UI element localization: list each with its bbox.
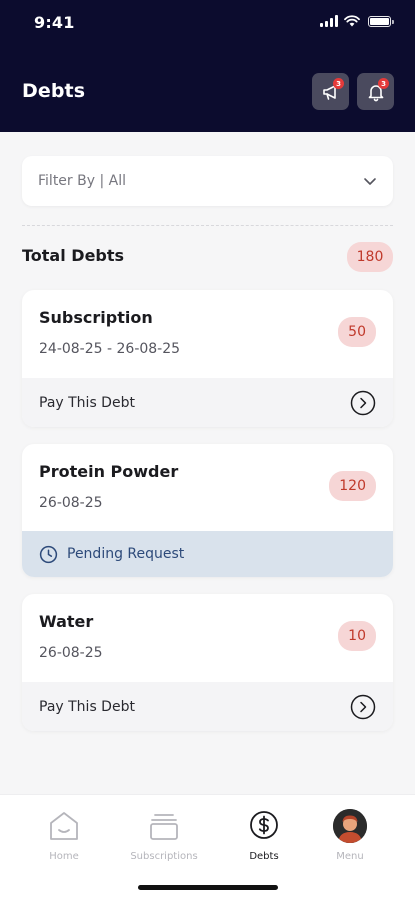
tab-debts[interactable]: Debts [214,809,314,862]
dashed-divider [22,225,393,226]
cellular-signal-icon [320,15,338,27]
debt-card[interactable]: Water 26-08-25 10 Pay This Debt [22,594,393,731]
debt-date: 26-08-25 [39,645,103,661]
status-bar: 9:41 [0,0,415,46]
chevron-right-circle-icon [350,390,376,415]
announcements-button[interactable]: 3 [312,73,349,110]
debt-date: 26-08-25 [39,495,103,511]
debt-title: Subscription [39,308,153,327]
notifications-button[interactable]: 3 [357,73,394,110]
avatar [333,809,367,843]
status-time: 9:41 [34,13,75,32]
debt-card[interactable]: Subscription 24-08-25 - 26-08-25 50 Pay … [22,290,393,427]
page-title: Debts [22,80,86,102]
filter-label: Filter By | All [38,173,126,189]
status-icons [320,15,394,27]
pending-request-label: Pending Request [67,546,185,562]
notifications-badge: 3 [378,78,389,89]
dollar-circle-icon [250,811,278,839]
debt-amount-badge: 50 [338,317,376,347]
pay-debt-button[interactable]: Pay This Debt [22,682,393,731]
subscriptions-icon [150,814,178,840]
pay-debt-label: Pay This Debt [39,394,135,411]
tab-home-label: Home [49,851,79,862]
tab-subscriptions-label: Subscriptions [130,851,198,862]
app-header: 9:41 Debts 3 3 [0,0,415,132]
debt-amount-badge: 10 [338,621,376,651]
chevron-right-circle-icon [350,694,376,719]
total-debts-badge: 180 [347,242,393,272]
debt-amount-badge: 120 [329,471,376,501]
pending-request-status: Pending Request [22,531,393,577]
home-indicator [138,885,278,890]
debt-date: 24-08-25 - 26-08-25 [39,341,181,357]
pay-debt-label: Pay This Debt [39,698,135,715]
debt-title: Water [39,612,94,631]
tab-menu-label: Menu [336,851,364,862]
wifi-icon [344,15,360,27]
home-icon [50,812,78,840]
tab-subscriptions[interactable]: Subscriptions [114,809,214,862]
user-avatar-image [333,809,367,843]
chevron-down-icon [364,178,376,185]
debt-card[interactable]: Protein Powder 26-08-25 120 Pending Requ… [22,444,393,577]
battery-icon [368,15,394,27]
total-debts-label: Total Debts [22,246,125,265]
tab-menu[interactable]: Menu [300,809,400,862]
filter-dropdown[interactable]: Filter By | All [22,156,393,206]
tab-home[interactable]: Home [14,809,114,862]
debt-title: Protein Powder [39,462,179,481]
debts-content: Filter By | All Total Debts 180 Subscrip… [0,132,415,794]
tab-debts-label: Debts [249,851,279,862]
clock-icon [39,545,58,563]
pay-debt-button[interactable]: Pay This Debt [22,378,393,427]
announcements-badge: 3 [333,78,344,89]
